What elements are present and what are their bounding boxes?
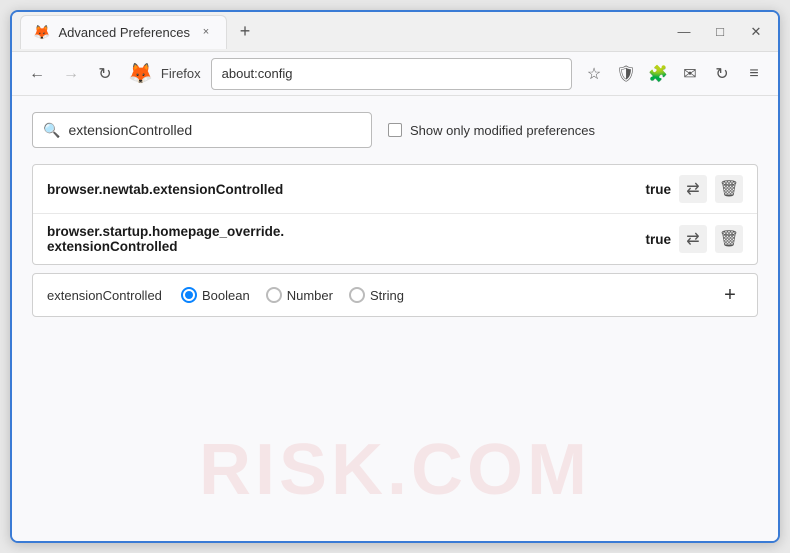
nav-icons: ☆ 🛡 🧩 ✉ ↻ ≡	[580, 60, 768, 88]
shield-button[interactable]: 🛡	[612, 60, 640, 88]
mail-button[interactable]: ✉	[676, 60, 704, 88]
radio-boolean-label: Boolean	[202, 288, 250, 303]
maximize-button[interactable]: □	[706, 18, 734, 46]
window-controls: — □ ✕	[670, 18, 770, 46]
browser-name-label: Firefox	[161, 66, 201, 81]
radio-number-label: Number	[287, 288, 333, 303]
toggle-icon-1: ⇄	[686, 179, 699, 199]
tab-favicon: 🦊	[33, 24, 50, 41]
radio-number-circle	[266, 287, 282, 303]
pref-name-1: browser.newtab.extensionControlled	[47, 182, 637, 197]
toggle-button-1[interactable]: ⇄	[679, 175, 707, 203]
delete-button-2[interactable]: 🗑	[715, 225, 743, 253]
refresh-button[interactable]: ↻	[90, 59, 120, 89]
browser-window: 🦊 Advanced Preferences × + — □ ✕ ← → ↻ 🦊…	[10, 10, 780, 543]
type-radio-group: Boolean Number String	[181, 287, 703, 303]
trash-icon-1: 🗑	[719, 179, 739, 199]
new-pref-name: extensionControlled	[47, 288, 167, 303]
close-button[interactable]: ✕	[742, 18, 770, 46]
trash-icon-2: 🗑	[719, 229, 739, 249]
row1-actions: ⇄ 🗑	[679, 175, 743, 203]
table-row: browser.startup.homepage_override. exten…	[33, 214, 757, 264]
firefox-logo: 🦊	[128, 61, 153, 86]
search-row: 🔍 Show only modified preferences	[32, 112, 758, 148]
tab-close-button[interactable]: ×	[198, 24, 214, 40]
new-tab-button[interactable]: +	[231, 18, 259, 46]
active-tab[interactable]: 🦊 Advanced Preferences ×	[20, 15, 227, 49]
tab-title: Advanced Preferences	[58, 25, 190, 40]
show-modified-row: Show only modified preferences	[388, 123, 595, 138]
bookmark-button[interactable]: ☆	[580, 60, 608, 88]
watermark: RISK.COM	[199, 429, 591, 511]
search-box[interactable]: 🔍	[32, 112, 372, 148]
table-row: browser.newtab.extensionControlled true …	[33, 165, 757, 214]
add-preference-button[interactable]: +	[717, 282, 743, 308]
pref-value-2: true	[645, 232, 671, 247]
pref-value-1: true	[645, 182, 671, 197]
address-bar[interactable]: about:config	[211, 58, 572, 90]
pref-name-2-line2: extensionControlled	[47, 239, 637, 254]
radio-string-label: String	[370, 288, 404, 303]
sync-button[interactable]: ↻	[708, 60, 736, 88]
radio-boolean-circle	[181, 287, 197, 303]
row2-actions: ⇄ 🗑	[679, 225, 743, 253]
radio-number[interactable]: Number	[266, 287, 333, 303]
radio-string-circle	[349, 287, 365, 303]
menu-button[interactable]: ≡	[740, 60, 768, 88]
show-modified-label: Show only modified preferences	[410, 123, 595, 138]
toggle-button-2[interactable]: ⇄	[679, 225, 707, 253]
title-bar: 🦊 Advanced Preferences × + — □ ✕	[12, 12, 778, 52]
new-pref-row: extensionControlled Boolean Number Strin…	[32, 273, 758, 317]
radio-string[interactable]: String	[349, 287, 404, 303]
show-modified-checkbox[interactable]	[388, 123, 402, 137]
pref-name-2-line1: browser.startup.homepage_override.	[47, 224, 637, 239]
toggle-icon-2: ⇄	[686, 229, 699, 249]
extension-button[interactable]: 🧩	[644, 60, 672, 88]
url-text: about:config	[222, 66, 293, 81]
delete-button-1[interactable]: 🗑	[715, 175, 743, 203]
search-icon: 🔍	[43, 122, 60, 139]
minimize-button[interactable]: —	[670, 18, 698, 46]
content-area: RISK.COM 🔍 Show only modified preference…	[12, 96, 778, 541]
pref-name-2: browser.startup.homepage_override. exten…	[47, 224, 637, 254]
forward-button[interactable]: →	[56, 59, 86, 89]
results-table: browser.newtab.extensionControlled true …	[32, 164, 758, 265]
radio-boolean[interactable]: Boolean	[181, 287, 250, 303]
nav-bar: ← → ↻ 🦊 Firefox about:config ☆ 🛡 🧩 ✉ ↻ ≡	[12, 52, 778, 96]
back-button[interactable]: ←	[22, 59, 52, 89]
search-input[interactable]	[68, 122, 348, 138]
